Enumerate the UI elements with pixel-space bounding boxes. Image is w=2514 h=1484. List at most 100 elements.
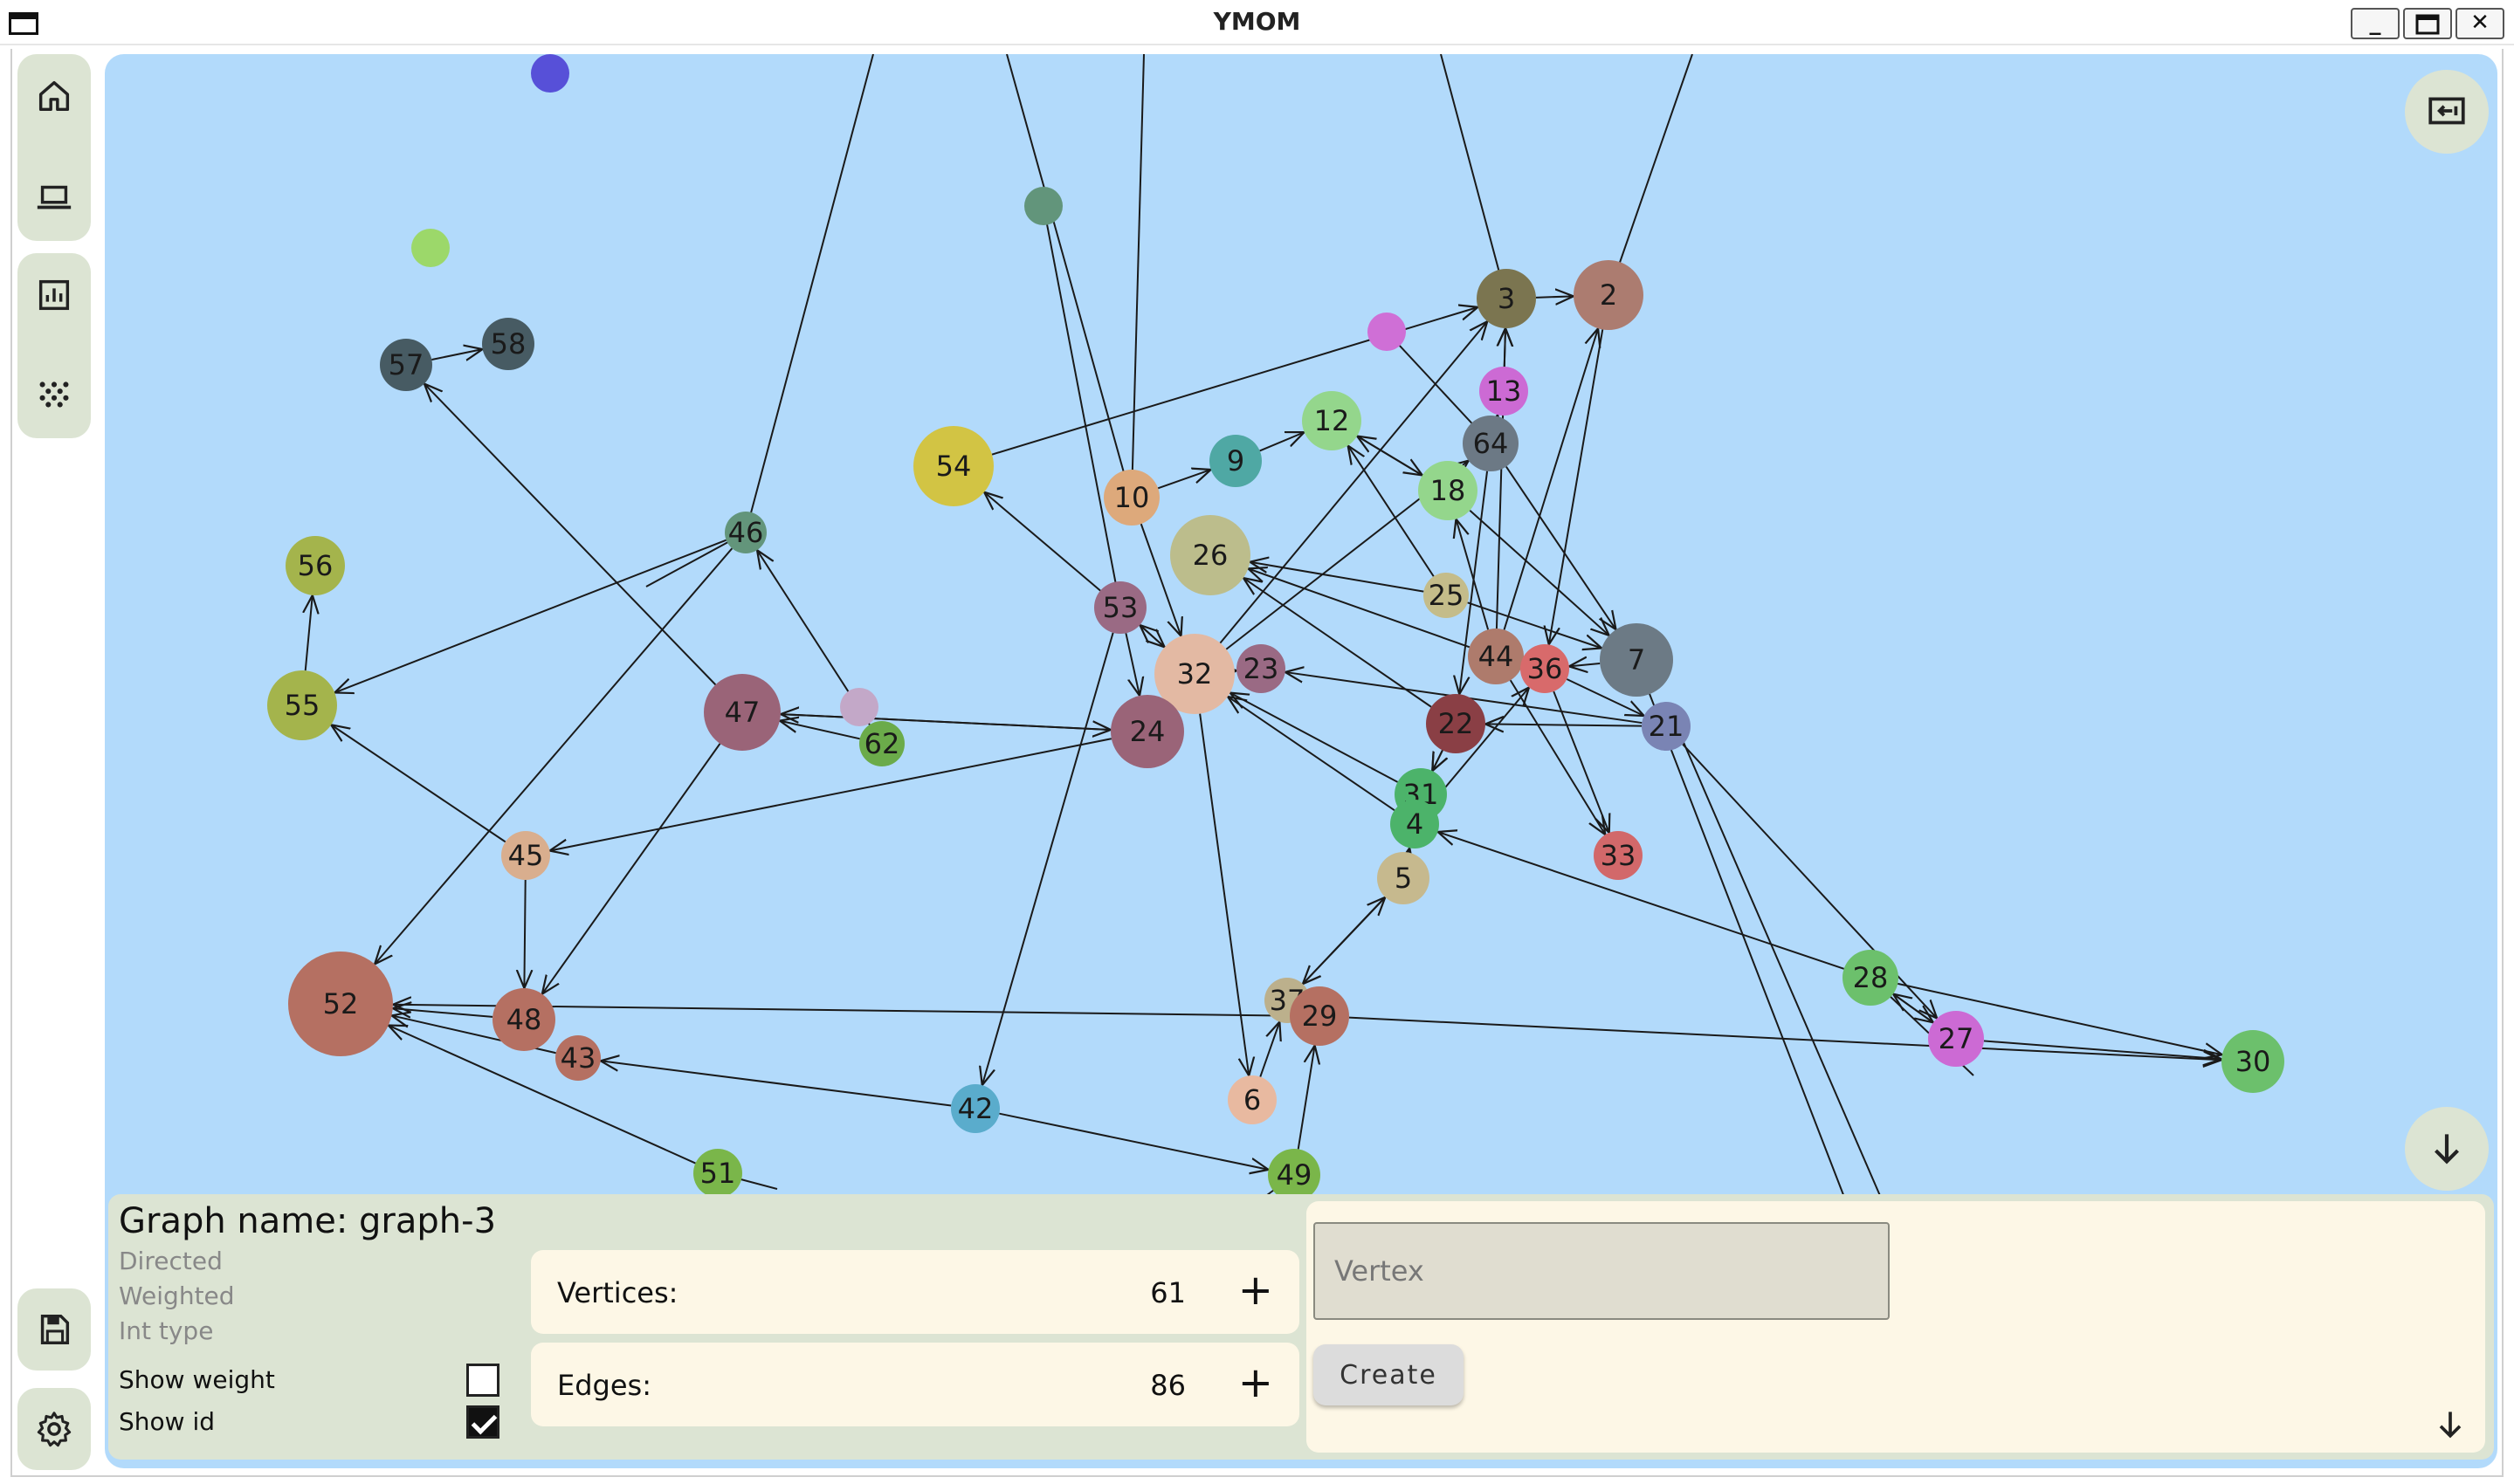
graph-edge[interactable] — [1125, 633, 1140, 696]
graph-edge[interactable] — [1199, 713, 1249, 1076]
graph-edge[interactable] — [549, 738, 1112, 850]
graph-vertex[interactable]: 6 — [1228, 1075, 1277, 1124]
graph-edge[interactable] — [1682, 743, 1937, 1019]
graph-edge[interactable] — [780, 721, 860, 740]
graph-vertex[interactable]: 64 — [1463, 416, 1519, 471]
vertex-input[interactable] — [1313, 1222, 1890, 1320]
graph-edge[interactable] — [1302, 897, 1385, 985]
graph-vertex[interactable]: 33 — [1594, 831, 1643, 880]
graph-edge[interactable] — [1140, 625, 1166, 649]
home-button[interactable] — [28, 70, 80, 122]
graph-vertex[interactable]: 45 — [501, 831, 550, 880]
vertex-circle[interactable] — [411, 229, 450, 267]
graph-edge[interactable] — [1228, 697, 1395, 812]
graph-edge[interactable] — [1348, 445, 1435, 577]
graph-vertex[interactable]: 47 — [704, 674, 781, 751]
graph-vertex[interactable]: 55 — [267, 670, 337, 740]
graph-vertex[interactable]: 62 — [859, 721, 905, 766]
graph-vertex[interactable]: 43 — [555, 1035, 601, 1081]
graph-vertex[interactable]: 28 — [1842, 950, 1898, 1006]
graph-vertex[interactable]: 56 — [286, 536, 345, 595]
graph-edge[interactable] — [1469, 509, 1608, 636]
graph-vertex[interactable]: 58 — [482, 318, 534, 370]
graph-edge[interactable] — [999, 1112, 1268, 1170]
graph-vertex[interactable]: 46 — [725, 512, 767, 553]
graph-edge[interactable] — [1297, 1046, 1315, 1150]
graph-edge[interactable] — [524, 879, 525, 988]
graph-edge[interactable] — [781, 714, 1112, 732]
graph-vertex[interactable]: 25 — [1423, 573, 1469, 618]
dots-grid-button[interactable] — [28, 368, 80, 421]
graph-vertex[interactable]: 42 — [951, 1084, 1000, 1133]
minimize-button[interactable]: _ — [2351, 8, 2400, 39]
graph-vertex[interactable] — [1367, 313, 1406, 351]
graph-vertex[interactable]: 52 — [288, 952, 393, 1056]
add-edge-button[interactable]: + — [1238, 1362, 1273, 1404]
graph-edge[interactable] — [389, 1026, 696, 1165]
vertex-circle[interactable] — [840, 688, 878, 726]
graph-vertex[interactable]: 48 — [492, 988, 555, 1051]
graph-vertex[interactable] — [411, 229, 450, 267]
graph-edge[interactable] — [1348, 1016, 2221, 1061]
graph-vertex[interactable]: 18 — [1418, 461, 1477, 520]
graph-edge[interactable] — [1357, 436, 1423, 477]
chart-button[interactable] — [28, 269, 80, 321]
graph-vertex[interactable]: 24 — [1111, 695, 1184, 768]
graph-edge[interactable] — [542, 743, 721, 994]
graph-vertex[interactable]: 2 — [1574, 260, 1643, 330]
graph-vertex[interactable]: 29 — [1290, 986, 1349, 1046]
graph-vertex[interactable]: 54 — [913, 426, 994, 506]
settings-button[interactable] — [28, 1403, 80, 1455]
arrow-down-icon[interactable] — [2431, 1405, 2469, 1444]
graph-edge[interactable] — [1259, 432, 1305, 452]
graph-edge[interactable] — [1157, 470, 1211, 490]
graph-vertex[interactable]: 44 — [1468, 629, 1524, 684]
graph-vertex[interactable]: 49 — [1268, 1149, 1320, 1201]
graph-edge[interactable] — [1230, 693, 1398, 783]
graph-vertex[interactable]: 13 — [1479, 367, 1528, 416]
graph-vertex[interactable]: 7 — [1600, 623, 1673, 697]
graph-vertex[interactable]: 36 — [1520, 644, 1569, 693]
graph-vertex[interactable] — [840, 688, 878, 726]
graph-vertex[interactable]: 30 — [2221, 1030, 2284, 1093]
graph-edge[interactable] — [331, 725, 506, 843]
graph-edge[interactable] — [393, 1008, 493, 1017]
graph-edge[interactable] — [1553, 690, 1609, 833]
scroll-down-button[interactable] — [2405, 1107, 2489, 1191]
graph-edge[interactable] — [1432, 750, 1443, 771]
graph-edge[interactable] — [1259, 1022, 1279, 1077]
close-button[interactable]: ✕ — [2455, 8, 2504, 39]
graph-vertex[interactable]: 5 — [1377, 852, 1429, 904]
vertex-circle[interactable] — [531, 54, 569, 93]
create-button[interactable]: Create — [1313, 1344, 1464, 1405]
graph-vertex[interactable]: 23 — [1236, 644, 1285, 693]
add-vertex-button[interactable]: + — [1238, 1269, 1273, 1311]
graph-vertex[interactable]: 3 — [1477, 269, 1536, 328]
graph-vertex[interactable]: 27 — [1928, 1011, 1984, 1067]
graph-edge[interactable] — [601, 1061, 952, 1107]
graph-vertex[interactable]: 22 — [1426, 694, 1485, 753]
graph-vertex[interactable]: 9 — [1209, 435, 1262, 487]
laptop-button[interactable] — [28, 171, 80, 223]
graph-edge[interactable] — [424, 384, 717, 686]
graph-vertex[interactable]: 21 — [1642, 702, 1691, 751]
graph-edge[interactable] — [334, 539, 727, 693]
show-id-checkbox[interactable] — [466, 1405, 499, 1439]
graph-vertex[interactable]: 4 — [1390, 800, 1439, 848]
graph-edge[interactable] — [1569, 663, 1601, 666]
graph-edge[interactable] — [982, 632, 1114, 1085]
graph-vertex[interactable]: 57 — [380, 339, 432, 391]
graph-edge[interactable] — [375, 547, 734, 964]
graph-vertex[interactable] — [1024, 187, 1063, 225]
vertex-circle[interactable] — [1024, 187, 1063, 225]
graph-edge[interactable] — [1505, 465, 1616, 630]
graph-edge[interactable] — [1456, 519, 1490, 630]
maximize-button[interactable] — [2403, 8, 2452, 39]
graph-vertex[interactable]: 53 — [1094, 581, 1147, 634]
show-weight-checkbox[interactable] — [466, 1364, 499, 1397]
graph-edge[interactable] — [1535, 296, 1574, 297]
graph-edge[interactable] — [984, 492, 1101, 592]
vertex-circle[interactable] — [1367, 313, 1406, 351]
graph-edge[interactable] — [306, 595, 313, 671]
graph-vertex[interactable]: 12 — [1302, 391, 1361, 450]
